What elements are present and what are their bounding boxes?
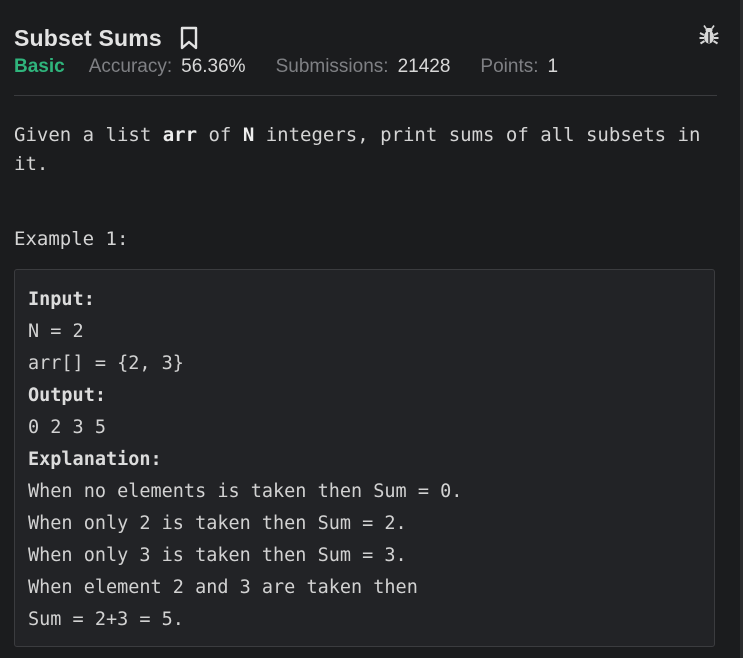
input-line: arr[] = {2, 3} [28, 353, 184, 374]
title-row: Subset Sums [14, 22, 717, 54]
difficulty-badge: Basic [14, 56, 65, 77]
explanation-line: When no elements is taken then Sum = 0. [28, 481, 463, 502]
bookmark-icon[interactable] [178, 25, 200, 51]
problem-title: Subset Sums [14, 24, 162, 51]
accuracy-label: Accuracy: [88, 56, 173, 77]
explanation-line: Sum = 2+3 = 5. [28, 609, 184, 630]
example-content: Input: N = 2 arr[] = {2, 3} Output: 0 2 3 5 E… [28, 284, 462, 636]
statement-n: N [242, 124, 255, 146]
submissions-value: 21428 [397, 56, 451, 77]
statement-text: of [197, 124, 243, 146]
accuracy-value: 56.36% [181, 56, 246, 77]
input-line: N = 2 [28, 321, 84, 342]
explanation-line: When element 2 and 3 are taken then [28, 577, 418, 598]
output-label: Output: [28, 385, 106, 406]
statement-text: Given a list [14, 124, 163, 146]
header-divider [14, 95, 717, 96]
points-label: Points: [480, 56, 539, 77]
problem-header: Subset Sums Basic Accuracy: 56.36% Submi… [14, 22, 720, 78]
example-box: Input: N = 2 arr[] = {2, 3} Output: 0 2 3 5 E… [14, 269, 715, 647]
points-value: 1 [547, 56, 559, 77]
explanation-line: When only 2 is taken then Sum = 2. [28, 513, 407, 534]
example-title: Example 1: [14, 228, 129, 250]
input-label: Input: [28, 289, 95, 310]
bug-icon[interactable] [698, 24, 720, 46]
problem-meta: Basic Accuracy: 56.36% Submissions: 2142… [14, 56, 717, 78]
statement-arr: arr [162, 124, 198, 146]
explanation-label: Explanation: [28, 449, 162, 470]
output-line: 0 2 3 5 [28, 417, 106, 438]
explanation-line: When only 3 is taken then Sum = 3. [28, 545, 407, 566]
submissions-label: Submissions: [275, 56, 389, 77]
problem-statement: Given a list arr of N integers, print su… [14, 121, 722, 179]
